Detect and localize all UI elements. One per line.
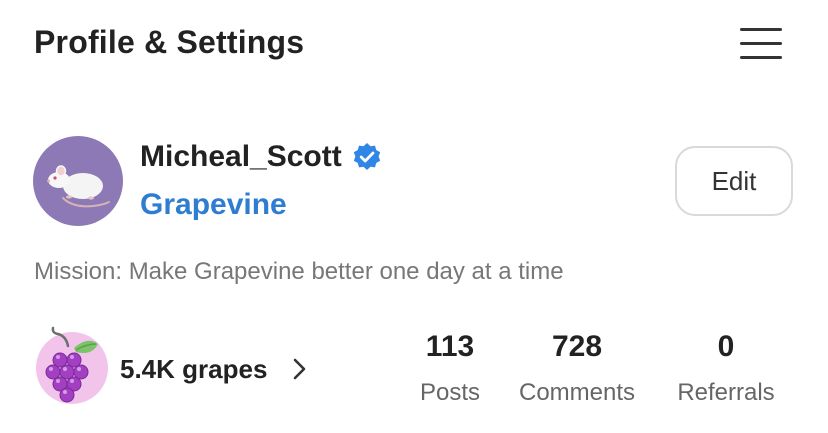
community-link[interactable]: Grapevine [140,185,287,225]
grapes-link[interactable]: 5.4K grapes [120,350,307,388]
avatar[interactable] [33,136,123,226]
comments-label: Comments [518,379,636,406]
grapes-badge[interactable] [36,326,108,404]
referrals-count: 0 [717,330,735,363]
stat-posts[interactable]: 113 Posts [410,326,490,412]
posts-label: Posts [419,379,481,406]
stat-referrals[interactable]: 0 Referrals [668,326,784,412]
grapes-icon [45,326,98,403]
comments-count: 728 [551,330,603,363]
referrals-label: Referrals [677,379,775,406]
grapes-count: 5.4K grapes [120,354,268,384]
mission-text: Mission: Make Grapevine better one day a… [34,258,564,285]
white-rat-avatar-icon [47,165,110,208]
stat-comments[interactable]: 728 Comments [512,326,642,412]
chevron-right-icon [293,358,307,380]
posts-count: 113 [425,330,475,363]
page-title: Profile & Settings [34,24,305,60]
verified-badge-icon [352,142,382,172]
hamburger-menu-icon [740,28,782,31]
edit-button[interactable]: Edit [675,146,793,216]
username: Micheal_Scott [140,140,342,173]
hamburger-menu-button[interactable] [736,24,786,64]
username-row: Micheal_Scott [140,136,382,178]
